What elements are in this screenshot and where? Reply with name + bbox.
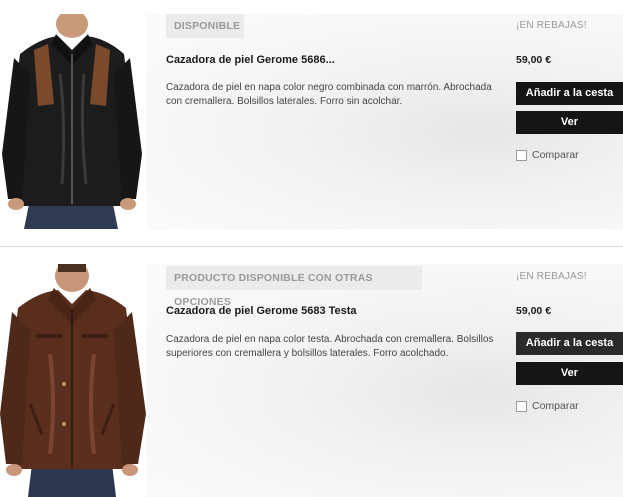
add-to-cart-button[interactable]: Añadir a la cesta	[516, 82, 623, 105]
availability-badge: DISPONIBLE	[166, 14, 244, 38]
sale-label: ¡EN REBAJAS!	[516, 20, 587, 31]
view-button[interactable]: Ver	[516, 111, 623, 134]
product-image[interactable]	[0, 14, 146, 229]
product-card: PRODUCTO DISPONIBLE CON OTRAS OPCIONES C…	[0, 247, 623, 497]
compare-label[interactable]: Comparar	[532, 400, 579, 412]
add-to-cart-button[interactable]: Añadir a la cesta	[516, 332, 623, 355]
product-price: 59,00 €	[516, 54, 552, 66]
brown-leather-jacket-photo	[0, 264, 146, 497]
product-description: Cazadora de piel en napa color testa. Ab…	[166, 334, 494, 359]
availability-badge: PRODUCTO DISPONIBLE CON OTRAS OPCIONES	[166, 266, 422, 308]
product-title[interactable]: Cazadora de piel Gerome 5683 Testa	[166, 305, 357, 317]
compare-checkbox[interactable]	[516, 149, 527, 161]
product-price: 59,00 €	[516, 305, 552, 317]
sale-label: ¡EN REBAJAS!	[516, 271, 587, 282]
compare-option[interactable]: Comparar	[516, 399, 579, 413]
black-leather-jacket-photo	[0, 14, 146, 229]
product-title[interactable]: Cazadora de piel Gerome 5686...	[166, 54, 335, 66]
compare-label[interactable]: Comparar	[532, 149, 579, 161]
compare-option[interactable]: Comparar	[516, 148, 579, 162]
product-card: DISPONIBLE Cazadora de piel Gerome 5686.…	[0, 0, 623, 247]
product-image[interactable]	[0, 264, 146, 497]
product-description: Cazadora de piel en napa color negro com…	[166, 82, 492, 107]
view-button[interactable]: Ver	[516, 362, 623, 385]
compare-checkbox[interactable]	[516, 400, 527, 412]
